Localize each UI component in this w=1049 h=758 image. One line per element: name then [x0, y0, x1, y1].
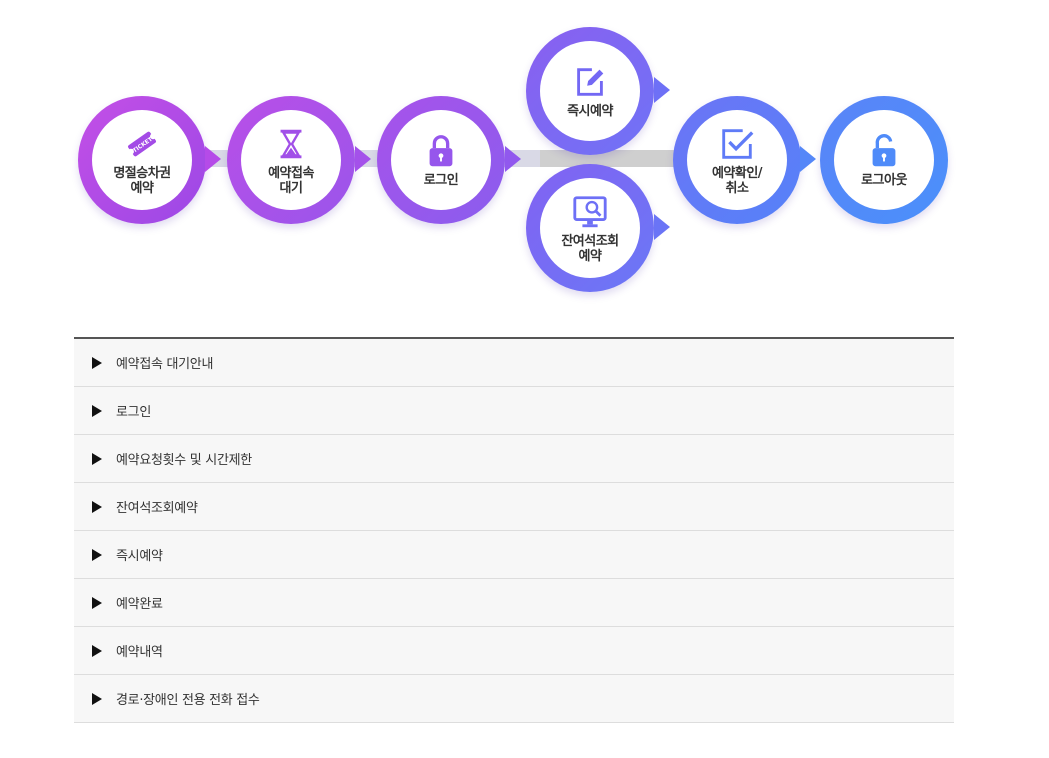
step-inner: 즉시예약: [540, 41, 640, 141]
arrow-right-icon: [800, 146, 816, 172]
step-label: 예약접속 대기: [268, 165, 314, 196]
triangle-right-icon: [92, 596, 102, 609]
triangle-right-icon: [92, 548, 102, 561]
accordion-item-history[interactable]: 예약내역: [74, 627, 954, 675]
accordion-item-label: 경로·장애인 전용 전화 접수: [116, 693, 260, 708]
arrow-right-icon: [654, 77, 670, 103]
step-inner: 예약접속 대기: [241, 110, 341, 210]
arrow-right-icon: [654, 214, 670, 240]
triangle-right-icon: [92, 644, 102, 657]
accordion-item-label: 잔여석조회예약: [116, 501, 198, 516]
accordion-item-label: 예약접속 대기안내: [116, 357, 214, 372]
triangle-right-icon: [92, 356, 102, 369]
accordion-item-phone[interactable]: 경로·장애인 전용 전화 접수: [74, 675, 954, 723]
triangle-right-icon: [92, 404, 102, 417]
accordion-item-label: 예약요청횟수 및 시간제한: [116, 453, 252, 468]
step-login: 로그인: [377, 96, 505, 224]
step-pass: TICKET 명절승차권 예약: [78, 96, 206, 224]
accordion-item-login[interactable]: 로그인: [74, 387, 954, 435]
step-label: 로그인: [423, 173, 459, 188]
accordion-item-label: 예약완료: [116, 597, 163, 612]
monitor-search-icon: [571, 193, 609, 231]
accordion-item-label: 즉시예약: [116, 549, 163, 564]
arrow-right-icon: [205, 146, 221, 172]
step-inner: 로그아웃: [834, 110, 934, 210]
step-seat: 잔여석조회 예약: [526, 164, 654, 292]
lock-icon: [422, 132, 460, 170]
accordion-item-wait-guide[interactable]: 예약접속 대기안내: [74, 339, 954, 387]
accordion-item-complete[interactable]: 예약완료: [74, 579, 954, 627]
hourglass-icon: [272, 125, 310, 163]
reservation-flow-diagram: TICKET 명절승차권 예약 예약접속 대기 로그인 즉시예약 잔여석조회 예…: [0, 0, 1049, 310]
step-logout: 로그아웃: [820, 96, 948, 224]
accordion-item-label: 로그인: [116, 405, 151, 420]
triangle-right-icon: [92, 692, 102, 705]
step-inner: 잔여석조회 예약: [540, 178, 640, 278]
ticket-icon: TICKET: [123, 125, 161, 163]
triangle-right-icon: [92, 452, 102, 465]
guide-accordion: 예약접속 대기안내 로그인 예약요청횟수 및 시간제한 잔여석조회예약 즉시예약…: [74, 337, 954, 723]
step-label: 명절승차권 예약: [113, 165, 171, 196]
accordion-item-instant[interactable]: 즉시예약: [74, 531, 954, 579]
step-wait: 예약접속 대기: [227, 96, 355, 224]
step-inner: TICKET 명절승차권 예약: [92, 110, 192, 210]
unlock-icon: [865, 132, 903, 170]
edit-icon: [571, 63, 609, 101]
step-inner: 예약확인/ 취소: [687, 110, 787, 210]
step-label: 예약확인/ 취소: [711, 165, 763, 196]
arrow-right-icon: [355, 146, 371, 172]
accordion-item-seat-search[interactable]: 잔여석조회예약: [74, 483, 954, 531]
step-label: 잔여석조회 예약: [561, 233, 619, 264]
step-label: 로그아웃: [861, 173, 907, 188]
arrow-right-icon: [505, 146, 521, 172]
step-inner: 로그인: [391, 110, 491, 210]
accordion-item-request-limit[interactable]: 예약요청횟수 및 시간제한: [74, 435, 954, 483]
step-confirm: 예약확인/ 취소: [673, 96, 801, 224]
checkbox-icon: [718, 125, 756, 163]
triangle-right-icon: [92, 500, 102, 513]
step-label: 즉시예약: [567, 104, 613, 119]
accordion-item-label: 예약내역: [116, 645, 163, 660]
step-instant: 즉시예약: [526, 27, 654, 155]
